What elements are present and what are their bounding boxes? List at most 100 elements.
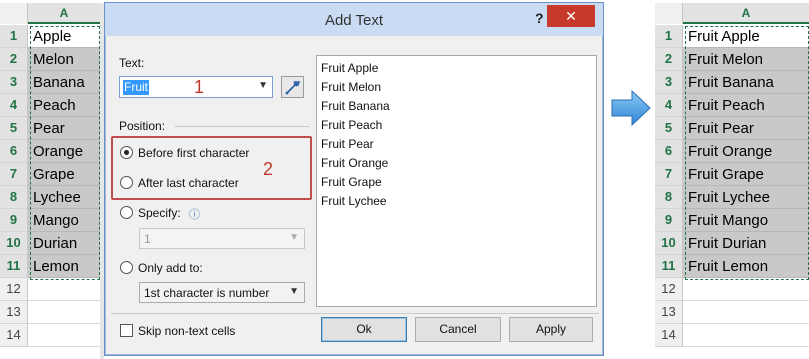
cell[interactable]: [28, 278, 100, 301]
row-header[interactable]: 5: [0, 117, 28, 140]
preview-item: Fruit Banana: [321, 99, 390, 113]
cell[interactable]: Fruit Banana: [683, 71, 809, 94]
row-header[interactable]: 9: [655, 209, 683, 232]
select-all-corner[interactable]: [0, 3, 28, 24]
chevron-down-icon[interactable]: ▼: [289, 286, 299, 297]
cell[interactable]: Fruit Orange: [683, 140, 809, 163]
only-add-to-label[interactable]: Only add to:: [138, 261, 203, 275]
cell[interactable]: Melon: [28, 48, 100, 71]
chevron-down-icon[interactable]: ▼: [258, 80, 268, 91]
row-header[interactable]: 11: [0, 255, 28, 278]
preview-item: Fruit Apple: [321, 61, 379, 75]
cell[interactable]: Pear: [28, 117, 100, 140]
column-header-row: A: [655, 3, 809, 24]
apply-button[interactable]: Apply: [509, 317, 593, 342]
row-header[interactable]: 7: [0, 163, 28, 186]
specify-value: 1: [144, 232, 151, 246]
cell[interactable]: [683, 301, 809, 324]
row-header[interactable]: 13: [0, 301, 28, 324]
cell[interactable]: [28, 324, 100, 347]
only-add-to-select[interactable]: 1st character is number ▼: [139, 282, 305, 303]
row-header[interactable]: 10: [655, 232, 683, 255]
cell[interactable]: Peach: [28, 94, 100, 117]
cell[interactable]: Fruit Pear: [683, 117, 809, 140]
skip-non-text-checkbox[interactable]: [120, 324, 133, 337]
row-header[interactable]: 6: [0, 140, 28, 163]
after-last-label[interactable]: After last character: [138, 176, 239, 190]
eyedropper-button[interactable]: [281, 76, 304, 98]
row-header[interactable]: 8: [655, 186, 683, 209]
cell[interactable]: Fruit Peach: [683, 94, 809, 117]
cell[interactable]: Fruit Lemon: [683, 255, 809, 278]
specify-label[interactable]: Specify:: [138, 206, 181, 220]
cell[interactable]: Banana: [28, 71, 100, 94]
dialog-titlebar: Add Text ? ✕: [105, 3, 603, 36]
row-header[interactable]: 1: [0, 25, 28, 48]
close-button[interactable]: ✕: [547, 5, 595, 27]
info-icon[interactable]: ⓘ: [189, 206, 200, 222]
preview-item: Fruit Lychee: [321, 194, 387, 208]
preview-item: Fruit Grape: [321, 175, 382, 189]
row-header[interactable]: 2: [655, 48, 683, 71]
row-header[interactable]: 8: [0, 186, 28, 209]
row-header[interactable]: 14: [655, 324, 683, 347]
cell[interactable]: Grape: [28, 163, 100, 186]
column-a-header[interactable]: A: [28, 3, 100, 24]
cell[interactable]: [683, 278, 809, 301]
row-header[interactable]: 14: [0, 324, 28, 347]
before-first-label[interactable]: Before first character: [138, 146, 249, 160]
cell[interactable]: Fruit Melon: [683, 48, 809, 71]
column-a-header[interactable]: A: [683, 3, 809, 24]
preview-item: Fruit Melon: [321, 80, 382, 94]
radio-before-first[interactable]: [120, 146, 133, 159]
text-label: Text:: [119, 56, 145, 70]
row-header[interactable]: 10: [0, 232, 28, 255]
cell[interactable]: Apple: [28, 25, 100, 48]
select-all-corner[interactable]: [655, 3, 683, 24]
row-header[interactable]: 6: [655, 140, 683, 163]
cell[interactable]: Fruit Grape: [683, 163, 809, 186]
cell[interactable]: Fruit Durian: [683, 232, 809, 255]
cell[interactable]: Durian: [28, 232, 100, 255]
row-header[interactable]: 12: [655, 278, 683, 301]
column-header-row: A: [0, 3, 100, 24]
arrow-right-icon: [611, 89, 651, 127]
radio-after-last[interactable]: [120, 176, 133, 189]
cancel-button[interactable]: Cancel: [415, 317, 501, 342]
cell[interactable]: Mango: [28, 209, 100, 232]
row-header[interactable]: 13: [655, 301, 683, 324]
cell[interactable]: Lemon: [28, 255, 100, 278]
row-header[interactable]: 4: [655, 94, 683, 117]
row-header[interactable]: 5: [655, 117, 683, 140]
cell[interactable]: Fruit Mango: [683, 209, 809, 232]
preview-item: Fruit Peach: [321, 118, 383, 132]
cell[interactable]: Fruit Apple: [683, 25, 809, 48]
row-header[interactable]: 12: [0, 278, 28, 301]
right-spreadsheet: A 1 Fruit Apple 2 Fruit Melon 3 Fruit Banana 4…: [655, 0, 809, 359]
cell[interactable]: [683, 324, 809, 347]
row-header[interactable]: 3: [0, 71, 28, 94]
preview-item: Fruit Pear: [321, 137, 374, 151]
ok-button[interactable]: Ok: [321, 317, 407, 342]
row-header[interactable]: 2: [0, 48, 28, 71]
skip-non-text-label[interactable]: Skip non-text cells: [138, 324, 235, 338]
row-header[interactable]: 1: [655, 25, 683, 48]
row-header[interactable]: 11: [655, 255, 683, 278]
row-header[interactable]: 4: [0, 94, 28, 117]
row-header[interactable]: 9: [0, 209, 28, 232]
left-spreadsheet: A 1 Apple 2 Melon 3 Banana 4 Peach 5 Pear 6 Orange 7…: [0, 0, 104, 359]
row-header[interactable]: 3: [655, 71, 683, 94]
help-button[interactable]: ?: [535, 10, 544, 26]
row-header[interactable]: 7: [655, 163, 683, 186]
add-text-dialog: Add Text ? ✕ Text: Fruit ▼ 1 Position: 2…: [104, 2, 604, 356]
cell[interactable]: Orange: [28, 140, 100, 163]
preview-list: Fruit Apple Fruit Melon Fruit Banana Fruit …: [316, 55, 597, 307]
radio-specify[interactable]: [120, 206, 133, 219]
cell[interactable]: Fruit Lychee: [683, 186, 809, 209]
only-add-to-value: 1st character is number: [144, 286, 270, 300]
cell[interactable]: [28, 301, 100, 324]
specify-input: 1 ▼: [139, 228, 305, 249]
cell[interactable]: Lychee: [28, 186, 100, 209]
bottom-separator: [111, 313, 599, 314]
radio-only-add-to[interactable]: [120, 261, 133, 274]
